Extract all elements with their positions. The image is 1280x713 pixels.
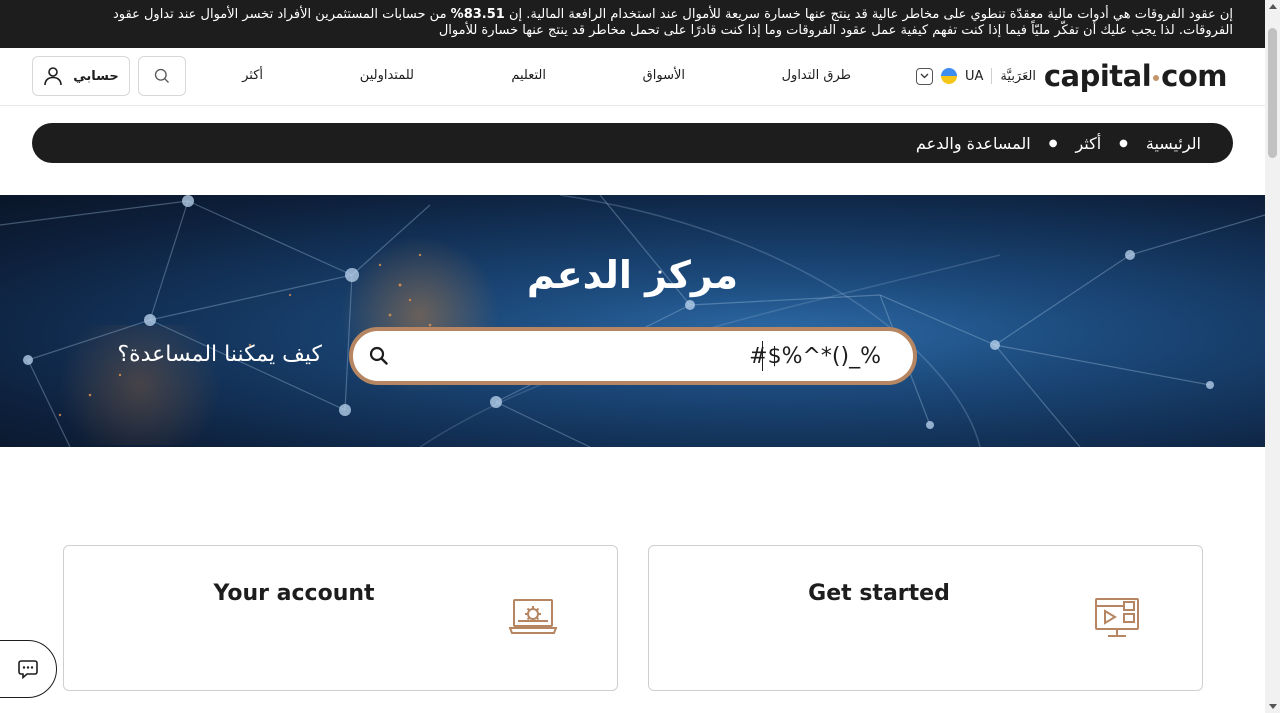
help-question: كيف يمكننا المساعدة؟ [117,342,322,367]
nav-ways-to-trade[interactable]: طرق التداول [782,68,851,83]
your-account-title: Your account [213,581,375,606]
risk-warning-line-1: إن عقود الفروقات هي أدوات مالية معقدّة ت… [113,7,1233,22]
scrollbar-thumb[interactable] [1268,28,1277,158]
play-screen-icon [1094,597,1142,643]
support-search-box[interactable] [349,327,917,385]
search-icon[interactable] [369,346,388,369]
breadcrumb-more[interactable]: أكثر [1075,134,1101,153]
nav-education[interactable]: التعليم [511,68,546,83]
support-search-input[interactable] [403,339,881,373]
scroll-down-arrow[interactable] [1269,704,1277,709]
risk-warning-banner: إن عقود الفروقات هي أدوات مالية معقدّة ت… [0,0,1265,48]
language-selector[interactable]: UA العَرَبيَّة [916,66,1044,86]
search-icon [154,68,169,83]
my-account-label: حسابي [73,68,119,84]
nav-traders[interactable]: للمتداولين [360,68,414,83]
user-icon [44,67,63,86]
page-title: مركز الدعم [526,253,739,297]
live-chat-button[interactable] [0,640,57,698]
breadcrumb: الرئيسية ● أكثر ● المساعدة والدعم [32,123,1233,163]
region-label: UA [965,68,984,84]
get-started-card[interactable]: Get started [648,545,1203,691]
page-scrollbar[interactable] [1265,0,1280,713]
breadcrumb-home[interactable]: الرئيسية [1146,134,1201,153]
site-header: capital com UA العَرَبيَّة طرق التداول ال… [0,48,1265,106]
breadcrumb-current: المساعدة والدعم [915,133,1031,153]
capital-com-logo[interactable]: capital com [1044,59,1228,93]
risk-percent: 83.51% [450,7,505,22]
header-search-button[interactable] [138,56,186,96]
risk-warning-line-2: الفروقات. لذا يجب عليك أن تفكّر مليّاً ف… [438,23,1233,38]
my-account-button[interactable]: حسابي [32,56,130,96]
language-label: العَرَبيَّة [1000,68,1036,84]
scroll-up-arrow[interactable] [1269,4,1277,9]
your-account-card[interactable]: Your account [63,545,618,691]
ukraine-flag-icon [941,68,957,84]
chat-icon [17,660,38,680]
support-hero: مركز الدعم كيف يمكننا المساعدة؟ [0,195,1265,447]
get-started-title: Get started [808,581,950,606]
nav-more[interactable]: أكثر [242,68,263,83]
network-background [0,195,1265,447]
gear-laptop-icon [508,597,558,641]
chevron-down-icon[interactable] [916,67,933,85]
nav-markets[interactable]: الأسواق [643,68,685,83]
